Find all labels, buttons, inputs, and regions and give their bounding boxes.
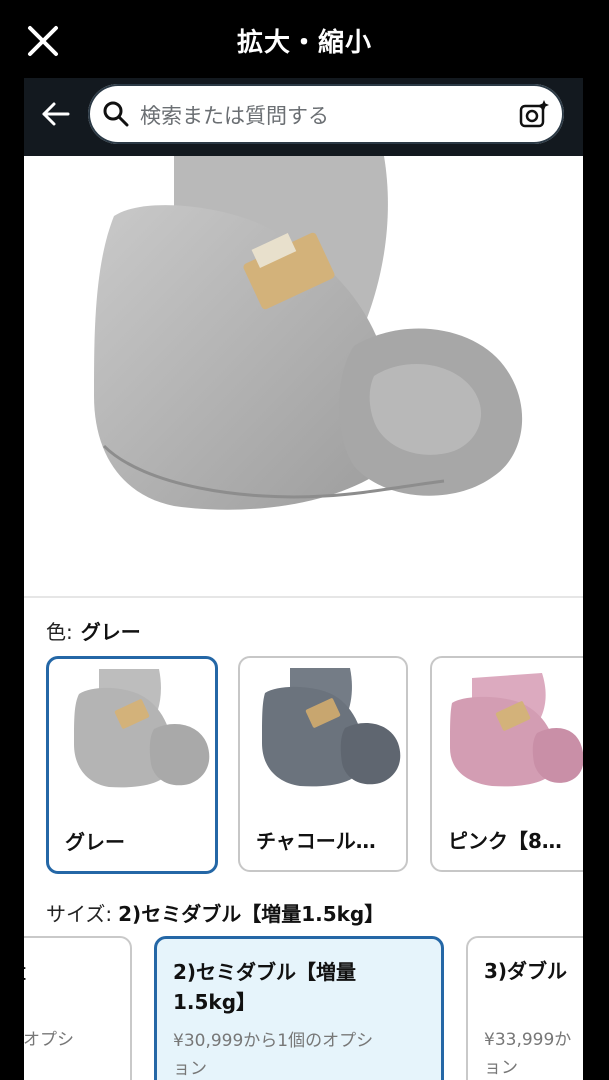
color-option-gray[interactable]: グレー xyxy=(46,656,218,874)
viewer-header: 拡大・縮小 xyxy=(0,0,609,78)
search-input[interactable]: 検索または質問する xyxy=(88,84,564,144)
swatch-label: ピンク【8… xyxy=(448,829,562,853)
swatch-image xyxy=(450,673,583,787)
size-label: サイズ: xyxy=(46,902,113,926)
size-option-name: 2)セミダブル【増量 1.5kg】 xyxy=(173,957,356,1017)
swatch-image xyxy=(74,669,210,788)
swatch-label: グレー xyxy=(65,830,125,854)
camera-search-icon[interactable] xyxy=(518,98,550,130)
color-label-row: 色: グレー xyxy=(46,616,141,645)
comforter-image xyxy=(94,156,523,510)
size-option-double[interactable]: 3)ダブル ¥33,999か ョン xyxy=(466,936,583,1080)
swatch-label: チャコール… xyxy=(256,829,376,853)
size-option-prev[interactable]: 量 のオプシ xyxy=(24,936,132,1080)
viewer-title: 拡大・縮小 xyxy=(236,28,372,58)
size-selected: 2)セミダブル【増量1.5kg】 xyxy=(118,902,385,926)
size-option-name: 3)ダブル xyxy=(484,959,568,983)
size-label-row: サイズ: 2)セミダブル【増量1.5kg】 xyxy=(46,898,384,927)
size-option-price-line2: ョン xyxy=(173,1059,207,1079)
size-option-price: のオプシ xyxy=(24,1030,74,1050)
size-option-price-line1: ¥30,999から1個のオプシ xyxy=(173,1031,374,1051)
search-icon xyxy=(103,101,129,127)
size-option-semi-double[interactable]: 2)セミダブル【増量 1.5kg】 ¥30,999から1個のオプシ ョン xyxy=(154,936,444,1080)
search-placeholder: 検索または質問する xyxy=(140,104,329,128)
color-option-pink[interactable]: ピンク【8… xyxy=(430,656,583,872)
size-option-price: ¥33,999か ョン xyxy=(484,1026,571,1080)
size-option-name-line2: 1.5kg】 xyxy=(173,990,257,1014)
color-option-charcoal[interactable]: チャコール… xyxy=(238,656,408,872)
size-option-price-line2: ョン xyxy=(484,1058,518,1078)
size-option-price-line1: ¥33,999か xyxy=(484,1030,572,1050)
size-option-name: 量 xyxy=(24,956,26,986)
product-image[interactable] xyxy=(24,156,583,596)
back-arrow-icon[interactable] xyxy=(38,96,74,132)
product-page: 検索または質問する 色: グレー グレー チャコール… ピンク【8… サイズ: … xyxy=(24,78,583,1080)
size-option-name-line1: 2)セミダブル【増量 xyxy=(173,960,357,984)
search-bar: 検索または質問する xyxy=(24,78,583,156)
color-label: 色: xyxy=(46,620,73,644)
color-selected: グレー xyxy=(80,620,141,644)
size-option-price: ¥30,999から1個のオプシ ョン xyxy=(173,1027,373,1080)
swatch-image xyxy=(262,668,401,787)
divider xyxy=(24,596,583,598)
